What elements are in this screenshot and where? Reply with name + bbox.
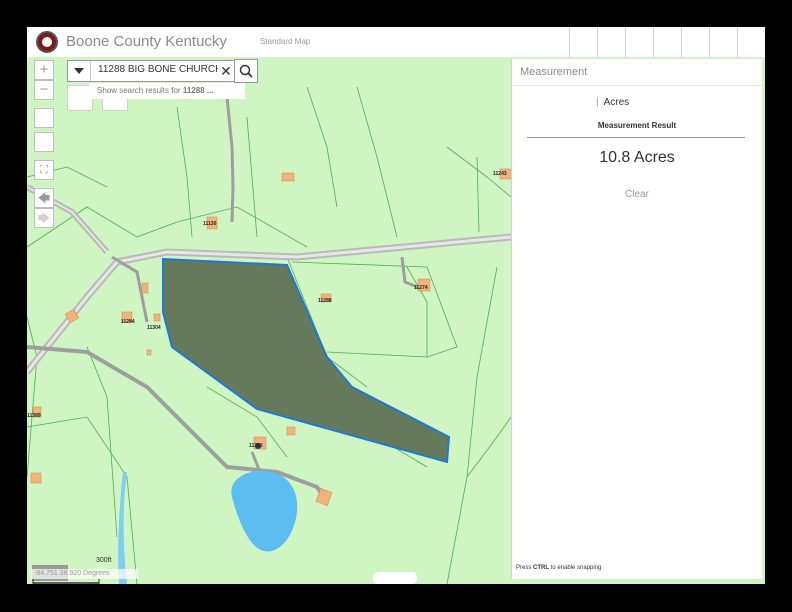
parcel-label: 11389: [27, 413, 41, 419]
toolbar-slot-4[interactable]: [653, 27, 682, 57]
fullscreen-icon[interactable]: ⛶: [34, 160, 54, 180]
snapping-hint-key: CTRL: [533, 565, 550, 571]
scale-label: 300ft: [96, 557, 112, 564]
parcel-label: 11288: [318, 298, 332, 304]
clear-search-icon[interactable]: ✕: [219, 62, 233, 80]
search-button[interactable]: [234, 59, 258, 83]
search-box[interactable]: 11288 BIG BONE CHURCH ✕: [67, 60, 257, 82]
panel-header-divider: [512, 85, 762, 86]
map-tool-button-2[interactable]: [34, 132, 54, 152]
snapping-hint: Press CTRL to enable snapping: [516, 565, 601, 571]
app-window: Boone County Kentucky Standard Map 11130…: [27, 27, 765, 584]
toolbar-slot-7[interactable]: [737, 27, 765, 57]
result-value: 10.8 Acres: [599, 149, 675, 166]
search-source-dropdown[interactable]: [68, 61, 91, 81]
measurement-panel: Measurement | Acres Measurement Result 10…: [511, 59, 762, 579]
search-icon: [239, 64, 253, 78]
previous-extent-button[interactable]: 🡄: [34, 188, 54, 208]
parcel-label: 11300: [249, 443, 263, 449]
zoom-out-button[interactable]: −: [34, 80, 54, 100]
county-seal-logo: [36, 31, 58, 53]
search-input[interactable]: 11288 BIG BONE CHURCH: [98, 64, 218, 78]
unit-selector-caret-icon: |: [596, 97, 599, 108]
parcel-label: 11130: [203, 221, 217, 227]
map-tool-button-1[interactable]: [34, 108, 54, 128]
result-heading: Measurement Result: [597, 121, 677, 130]
toolbar-slot-1[interactable]: [569, 27, 598, 57]
zoom-in-button[interactable]: +: [34, 60, 54, 80]
result-divider: [527, 137, 745, 138]
suggestion-term: 11288 ...: [182, 86, 214, 95]
unit-selector[interactable]: | Acres: [596, 97, 629, 108]
parcel-label: 11274: [414, 285, 428, 291]
unit-label: Acres: [603, 97, 630, 108]
snapping-hint-suffix: to enable snapping: [549, 565, 602, 571]
panel-title: Measurement: [520, 66, 588, 78]
map-subtitle[interactable]: Standard Map: [260, 37, 310, 46]
parcel-label: 11243: [493, 171, 507, 177]
top-bar: Boone County Kentucky Standard Map: [27, 27, 765, 58]
caret-down-icon: [74, 68, 84, 74]
snapping-hint-prefix: Press: [516, 565, 534, 571]
map-attribution-tab[interactable]: [373, 572, 417, 584]
toolbar-slot-6[interactable]: [709, 27, 738, 57]
parcel-label: 11304: [147, 325, 161, 331]
toolbar-slot-5[interactable]: [681, 27, 710, 57]
toolbar-slot-3[interactable]: [625, 27, 654, 57]
coordinate-readout: -84.751 38.920 Degrees: [31, 569, 138, 579]
search-results-suggestion[interactable]: Show search results for 11288 ...: [89, 83, 245, 99]
toolbar-slot-2[interactable]: [597, 27, 626, 57]
next-extent-button[interactable]: 🡆: [34, 208, 54, 228]
parcel-label: 11284: [121, 319, 135, 325]
app-title: Boone County Kentucky: [66, 33, 227, 50]
clear-button[interactable]: Clear: [512, 189, 762, 200]
suggestion-prefix: Show search results for: [97, 86, 183, 95]
